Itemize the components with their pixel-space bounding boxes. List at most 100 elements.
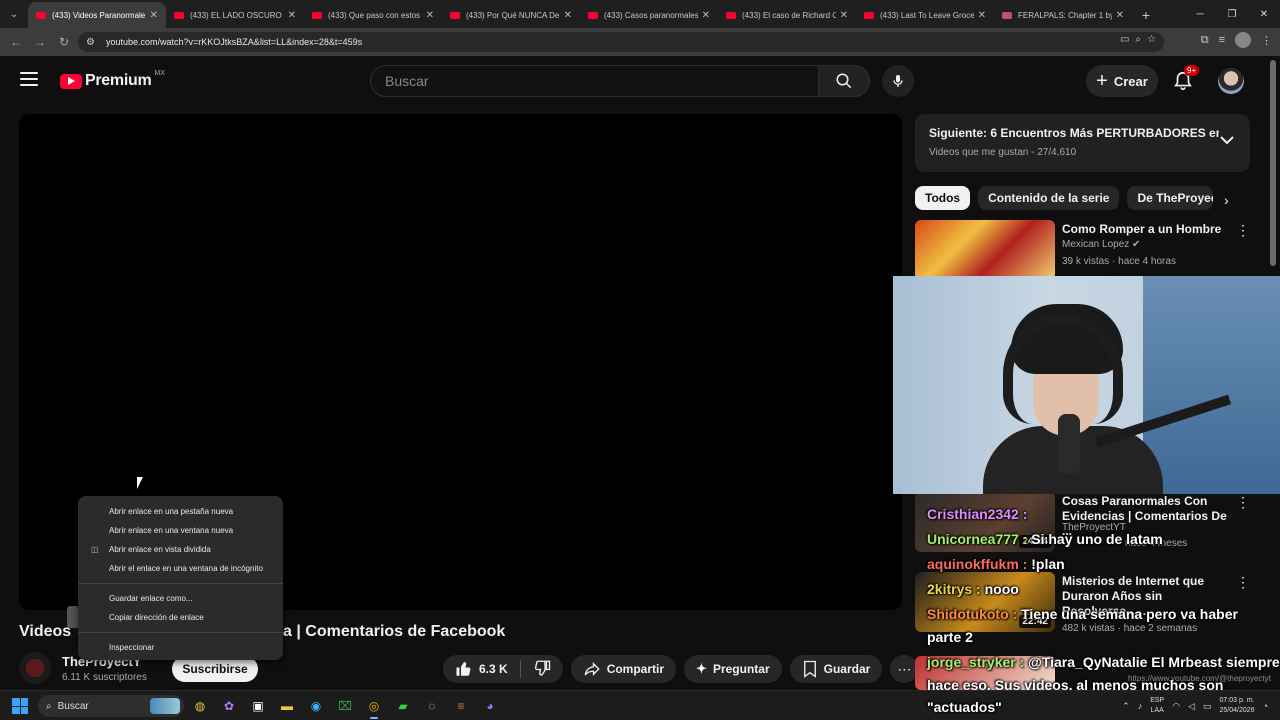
- tab-close-icon[interactable]: ✕: [978, 10, 986, 21]
- discord-icon[interactable]: ◕: [480, 695, 500, 717]
- chevron-down-icon[interactable]: [1220, 134, 1234, 148]
- tray-chevron-icon[interactable]: ⌃: [1122, 701, 1130, 712]
- browser-tab[interactable]: FERALPALS: Chapter 1 by ✕: [994, 2, 1132, 28]
- playlist-panel[interactable]: Siguiente: 6 Encuentros Más PERTURBADORE…: [915, 114, 1250, 172]
- tab-title: (433) Por Qué NUNCA De: [466, 10, 560, 20]
- webcam-overlay: [893, 276, 1280, 494]
- notification-badge: 9+: [1184, 65, 1200, 76]
- dislike-button[interactable]: [521, 659, 563, 680]
- menu-item-save-link[interactable]: Guardar enlace como...: [78, 589, 283, 608]
- menu-hamburger-icon[interactable]: [20, 72, 38, 86]
- battery-icon[interactable]: ▭: [1203, 701, 1212, 712]
- browser-tab[interactable]: (433) Videos Paranormale ✕: [28, 2, 166, 28]
- notifications-tray-icon[interactable]: ◔: [1263, 701, 1268, 711]
- volume-icon[interactable]: ◁: [1188, 701, 1195, 712]
- voice-search-button[interactable]: [882, 65, 914, 97]
- file-explorer-icon[interactable]: ▬: [277, 695, 297, 717]
- rec-more-icon[interactable]: ⋮: [1236, 222, 1250, 239]
- excel-icon[interactable]: ⌧: [335, 695, 355, 717]
- rec-more-icon[interactable]: ⋮: [1236, 574, 1250, 591]
- minimize-icon[interactable]: ─: [1184, 0, 1216, 28]
- back-icon[interactable]: ←: [4, 30, 28, 54]
- rec-more-icon[interactable]: ⋮: [1236, 494, 1250, 511]
- search-icon: ⌕: [46, 700, 52, 712]
- cast-icon[interactable]: ▭: [1120, 34, 1129, 45]
- browser-tab[interactable]: (433) Que paso con estos ✕: [304, 2, 442, 28]
- browser-tab[interactable]: (433) EL LADO OSCURO D ✕: [166, 2, 304, 28]
- close-window-icon[interactable]: ✕: [1248, 0, 1280, 28]
- widgets-icon[interactable]: ◍: [190, 695, 210, 717]
- taskbar-search[interactable]: ⌕ Buscar: [38, 695, 184, 717]
- wifi-icon[interactable]: ◠: [1172, 701, 1180, 712]
- store-icon[interactable]: ▣: [248, 695, 268, 717]
- chip-channel[interactable]: De TheProyectY: [1127, 186, 1214, 210]
- video-thumbnail[interactable]: [915, 220, 1055, 280]
- menu-item-open-new-tab[interactable]: Abrir enlace en una pestaña nueva: [78, 502, 283, 521]
- profile-avatar[interactable]: [1235, 32, 1251, 48]
- browser-tab[interactable]: (433) Last To Leave Groce ✕: [856, 2, 994, 28]
- maximize-icon[interactable]: ❐: [1216, 0, 1248, 28]
- tab-close-icon[interactable]: ✕: [150, 10, 158, 21]
- save-button[interactable]: Guardar: [789, 655, 883, 683]
- copilot-icon[interactable]: ✿: [219, 695, 239, 717]
- rec-title: Como Romper a un Hombre: [1062, 222, 1222, 236]
- reload-icon[interactable]: ↻: [52, 30, 76, 54]
- zoom-icon[interactable]: ⌕: [1135, 34, 1141, 45]
- new-tab-button[interactable]: +: [1132, 2, 1160, 28]
- search-button[interactable]: [818, 65, 870, 97]
- tab-title: (433) Last To Leave Groce: [880, 10, 974, 20]
- address-bar[interactable]: ⚙ youtube.com/watch?v=rKKOJtksBZA&list=L…: [78, 32, 1164, 52]
- site-info-icon[interactable]: ⚙: [86, 37, 102, 48]
- share-button[interactable]: Compartir: [570, 655, 677, 683]
- channel-avatar[interactable]: [19, 652, 51, 684]
- thumbs-up-icon: [456, 662, 471, 676]
- verified-icon: ✔: [1132, 239, 1141, 250]
- chip-series[interactable]: Contenido de la serie: [978, 186, 1120, 210]
- like-button[interactable]: 6.3 K: [443, 660, 521, 678]
- tab-close-icon[interactable]: ✕: [702, 10, 710, 21]
- menu-item-open-incognito[interactable]: Abrir el enlace en una ventana de incógn…: [78, 559, 283, 578]
- mic-tray-icon[interactable]: ♪: [1138, 701, 1143, 711]
- game-app-icon[interactable]: ▰: [393, 695, 413, 717]
- ask-button[interactable]: ✦ Preguntar: [684, 655, 782, 683]
- browser-tab[interactable]: (433) El caso de Richard C ✕: [718, 2, 856, 28]
- menu-item-open-split-view[interactable]: ◫ Abrir enlace en vista dividida: [78, 540, 283, 559]
- recommendation-item[interactable]: Como Romper a un Hombre Mexican Lopez ✔ …: [915, 220, 1250, 280]
- clock[interactable]: 07:03 p. m. 25/04/2026: [1220, 696, 1255, 716]
- search-input[interactable]: [371, 66, 818, 96]
- extensions-icon[interactable]: ⧉: [1201, 34, 1209, 47]
- tab-search-icon[interactable]: ⌄: [0, 0, 28, 28]
- chip-all[interactable]: Todos: [915, 186, 971, 210]
- obs-icon[interactable]: ◌: [422, 695, 442, 717]
- share-icon: [584, 662, 600, 676]
- chevron-right-icon[interactable]: ›: [1224, 192, 1229, 208]
- tab-close-icon[interactable]: ✕: [840, 10, 848, 21]
- language-indicator[interactable]: ESP LAA: [1150, 696, 1164, 716]
- menu-item-copy-link[interactable]: Copiar dirección de enlace: [78, 608, 283, 627]
- tab-close-icon[interactable]: ✕: [288, 10, 296, 21]
- reading-list-icon[interactable]: ≡: [1219, 34, 1225, 46]
- browser-tab[interactable]: (433) Por Qué NUNCA De ✕: [442, 2, 580, 28]
- site-favicon-icon: [1002, 11, 1012, 19]
- scrollbar[interactable]: [1270, 60, 1276, 266]
- video-title-start: Videos: [19, 623, 72, 640]
- menu-kebab-icon[interactable]: ⋮: [1261, 34, 1272, 47]
- account-avatar[interactable]: [1218, 68, 1244, 94]
- forward-icon[interactable]: →: [28, 30, 52, 54]
- create-button[interactable]: + Crear: [1086, 65, 1158, 97]
- notifications-button[interactable]: 9+: [1172, 65, 1200, 92]
- tab-close-icon[interactable]: ✕: [564, 10, 572, 21]
- browser-tab[interactable]: (433) Casos paranormales ✕: [580, 2, 718, 28]
- windows-start-icon[interactable]: [12, 698, 28, 714]
- bookmark-star-icon[interactable]: ☆: [1147, 34, 1156, 45]
- youtube-favicon-icon: [36, 11, 46, 19]
- youtube-premium-logo[interactable]: Premium MX: [60, 70, 165, 90]
- chrome-icon[interactable]: ◎: [364, 695, 384, 719]
- app-icon[interactable]: ≡: [451, 695, 471, 717]
- menu-item-open-new-window[interactable]: Abrir enlace en una ventana nueva: [78, 521, 283, 540]
- edge-icon[interactable]: ◉: [306, 695, 326, 717]
- menu-item-inspect[interactable]: Inspeccionar: [78, 638, 283, 657]
- tab-close-icon[interactable]: ✕: [1116, 10, 1124, 21]
- like-dislike-group: 6.3 K: [443, 655, 563, 683]
- tab-close-icon[interactable]: ✕: [426, 10, 434, 21]
